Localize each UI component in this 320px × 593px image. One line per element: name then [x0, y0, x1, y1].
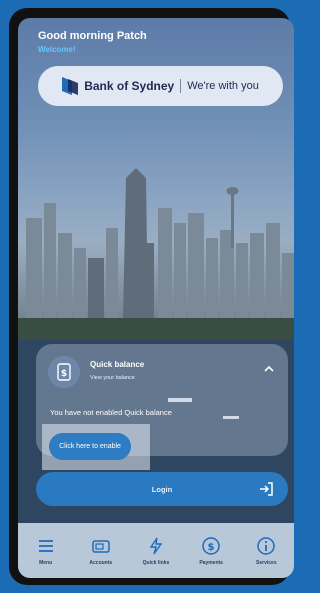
tab-quick-links[interactable]: Quick links	[131, 536, 181, 566]
tab-label: Quick links	[142, 559, 170, 566]
svg-text:$: $	[208, 542, 215, 553]
quick-balance-message: You have not enabled Quick balance	[50, 408, 172, 417]
bank-logo-icon	[62, 77, 79, 95]
payments-icon: $	[202, 536, 220, 555]
app-screen: Good morning Patch Welcome! Bank of Sydn…	[18, 18, 294, 578]
tab-payments[interactable]: $ Payments	[186, 536, 236, 566]
greeting-text: Good morning Patch	[38, 30, 147, 42]
brand-divider	[180, 79, 182, 93]
brand-name: Bank of Sydney	[84, 79, 175, 93]
menu-icon	[38, 539, 53, 552]
quick-balance-card: $ Quick balance View your balance You ha…	[36, 344, 288, 470]
tab-accounts[interactable]: Accounts	[76, 536, 126, 566]
bottom-tab-bar: Menu Accounts Quick links $ Payments Ser…	[18, 523, 294, 578]
login-button[interactable]: Login	[36, 472, 288, 506]
accounts-icon	[92, 539, 110, 553]
quick-balance-title: Quick balance	[90, 360, 145, 369]
tab-label: Menu	[39, 559, 53, 566]
tab-menu[interactable]: Menu	[21, 536, 71, 566]
brand-tagline: We're with you	[187, 80, 259, 92]
tab-label: Accounts	[89, 559, 113, 566]
enable-quick-balance-button[interactable]: Click here to enable	[49, 433, 131, 460]
login-arrow-icon	[260, 482, 273, 496]
quick-balance-icon-wrap: $	[48, 356, 80, 388]
tab-services[interactable]: Services	[241, 536, 291, 566]
brand-banner: Bank of Sydney We're with you	[38, 66, 283, 106]
svg-text:$: $	[61, 369, 67, 379]
chevron-up-icon[interactable]	[264, 364, 274, 374]
quick-balance-subtitle: View your balance	[90, 375, 135, 381]
tab-label: Services	[256, 559, 277, 566]
greeting-header: Good morning Patch Welcome!	[38, 30, 147, 54]
welcome-text: Welcome!	[38, 45, 76, 54]
tab-label: Payments	[199, 559, 223, 566]
login-label: Login	[151, 484, 173, 494]
phone-dollar-icon: $	[57, 363, 71, 381]
services-icon	[257, 536, 276, 555]
quick-links-icon	[149, 537, 163, 554]
